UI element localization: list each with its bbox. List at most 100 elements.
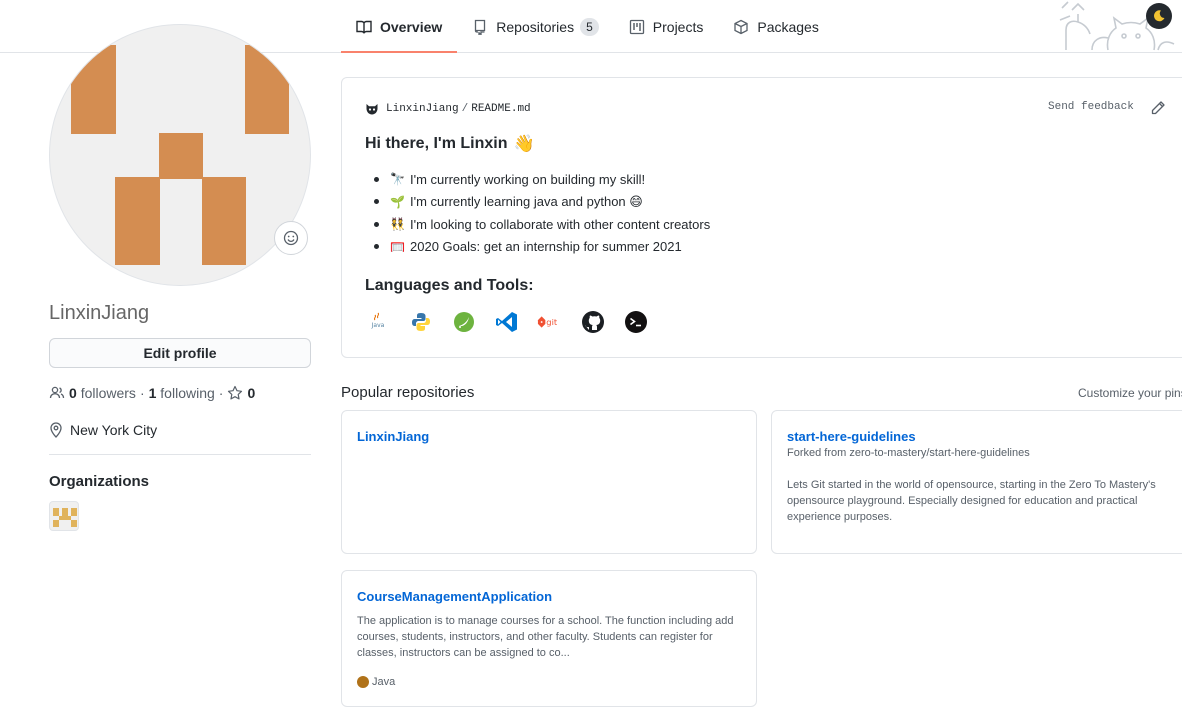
path-separator: / bbox=[461, 103, 469, 115]
tab-repositories[interactable]: Repositories 5 bbox=[457, 0, 614, 53]
identicon-block bbox=[245, 45, 289, 134]
stars-count: 0 bbox=[247, 385, 256, 401]
bullet-text: I'm currently learning java and python 😄 bbox=[410, 193, 643, 209]
organization-avatar[interactable] bbox=[49, 501, 79, 531]
identicon-block bbox=[115, 177, 160, 265]
tab-projects-label: Projects bbox=[652, 18, 704, 35]
spring-icon[interactable] bbox=[451, 309, 477, 335]
telescope-emoji: 🔭 bbox=[390, 172, 405, 187]
languages-heading: Languages and Tools: bbox=[365, 277, 534, 294]
profile-location: New York City bbox=[49, 422, 157, 438]
language-name: Java bbox=[372, 676, 396, 688]
repo-description: Lets Git started in the world of opensou… bbox=[787, 479, 1156, 523]
git-icon[interactable]: git bbox=[537, 309, 563, 335]
repo-language: Java bbox=[357, 676, 395, 688]
git-logo-text: git bbox=[546, 317, 558, 327]
identicon-block bbox=[62, 508, 68, 516]
list-item: 🔭 I'm currently working on building my sk… bbox=[374, 168, 710, 191]
identicon-block bbox=[71, 45, 116, 134]
followers-link[interactable]: 0 followers bbox=[49, 385, 136, 401]
readme-path: LinxinJiang / README.md bbox=[364, 101, 531, 117]
git-icon-image: git bbox=[537, 316, 558, 328]
profile-tabs: Overview Repositories 5 Projects Package… bbox=[341, 0, 834, 53]
readme-owner-link[interactable]: LinxinJiang bbox=[386, 103, 459, 115]
project-icon bbox=[629, 19, 644, 34]
profile-username: LinxinJiang bbox=[49, 302, 150, 324]
terminal-icon[interactable] bbox=[623, 309, 649, 335]
repo-icon bbox=[475, 19, 486, 35]
identicon-block bbox=[202, 177, 246, 265]
tab-projects[interactable]: Projects bbox=[614, 0, 719, 53]
java-icon[interactable]: Java bbox=[365, 309, 391, 335]
repo-name-link[interactable]: CourseManagementApplication bbox=[357, 589, 552, 604]
goal-net-emoji: 🥅 bbox=[390, 239, 405, 254]
identicon-image bbox=[71, 45, 289, 265]
identicon-block bbox=[53, 520, 59, 527]
identicon-block bbox=[159, 133, 203, 179]
bullet-text: 2020 Goals: get an internship for summer… bbox=[410, 239, 682, 255]
set-status-button[interactable] bbox=[274, 221, 308, 255]
identicon-block bbox=[71, 520, 77, 527]
dancers-emoji: 👯 bbox=[390, 217, 405, 232]
tab-overview[interactable]: Overview bbox=[341, 0, 458, 53]
tab-packages-label: Packages bbox=[757, 18, 819, 35]
pencil-icon[interactable] bbox=[1150, 100, 1166, 116]
popular-repositories-heading: Popular repositories bbox=[341, 384, 475, 401]
readme-bullet-list: 🔭 I'm currently working on building my sk… bbox=[374, 168, 710, 258]
readme-file-link[interactable]: README.md bbox=[471, 103, 530, 115]
people-icon bbox=[49, 386, 65, 399]
moon-icon bbox=[1153, 10, 1165, 22]
followers-label: followers bbox=[80, 385, 136, 401]
bullet-text: I'm currently working on building my ski… bbox=[410, 171, 646, 187]
location-pin-icon bbox=[50, 422, 62, 438]
tab-overview-label: Overview bbox=[380, 18, 443, 35]
terminal-icon-image bbox=[625, 311, 647, 333]
identicon-block bbox=[59, 516, 71, 520]
identicon-pattern bbox=[71, 45, 289, 265]
vscode-icon[interactable] bbox=[494, 309, 520, 335]
readme-greeting: Hi there, I'm Linxin 👋 bbox=[365, 134, 535, 154]
organizations-heading: Organizations bbox=[49, 473, 150, 490]
follow-stats: 0 followers · 1 following · 0 bbox=[49, 385, 255, 401]
stars-link[interactable]: 0 bbox=[227, 385, 255, 401]
seedling-emoji: 🌱 bbox=[390, 194, 405, 209]
java-icon-image: Java bbox=[371, 312, 385, 329]
identicon-block bbox=[71, 508, 77, 516]
book-icon bbox=[356, 20, 372, 34]
sidebar-divider bbox=[49, 454, 311, 455]
octocat-icon bbox=[366, 104, 378, 115]
theme-toggle-button[interactable] bbox=[1146, 3, 1172, 29]
python-icon[interactable] bbox=[408, 309, 434, 335]
package-icon bbox=[734, 19, 749, 34]
list-item: 🌱 I'm currently learning java and python … bbox=[374, 191, 710, 214]
vscode-icon-image bbox=[496, 312, 517, 332]
following-link[interactable]: 1 following bbox=[149, 385, 215, 401]
customize-pins-link[interactable]: Customize your pins bbox=[1078, 386, 1182, 400]
edit-profile-button[interactable]: Edit profile bbox=[49, 338, 311, 368]
repo-name-link[interactable]: LinxinJiang bbox=[357, 429, 429, 444]
repo-card: LinxinJiang bbox=[341, 410, 757, 554]
identicon-block bbox=[53, 508, 59, 516]
github-icon[interactable] bbox=[580, 309, 606, 335]
send-feedback-link[interactable]: Send feedback bbox=[1048, 101, 1134, 113]
github-icon-image bbox=[582, 311, 604, 333]
forked-from-text: Forked from zero-to-mastery/start-here-g… bbox=[787, 447, 1030, 459]
repositories-count-badge: 5 bbox=[580, 17, 599, 36]
tab-packages[interactable]: Packages bbox=[718, 0, 833, 53]
greeting-text: Hi there, I'm Linxin bbox=[365, 135, 508, 152]
org-identicon-image bbox=[53, 508, 77, 527]
list-item: 👯 I'm looking to collaborate with other c… bbox=[374, 213, 710, 236]
separator-dot: · bbox=[139, 385, 145, 401]
tab-repositories-label: Repositories bbox=[496, 18, 575, 35]
smiley-icon bbox=[283, 230, 299, 246]
tools-icon-row: Java git bbox=[365, 309, 666, 335]
star-icon bbox=[228, 385, 243, 400]
profile-avatar[interactable] bbox=[49, 24, 311, 286]
repo-card: start-here-guidelines Forked from zero-t… bbox=[771, 410, 1182, 554]
language-color-dot bbox=[357, 676, 369, 688]
repo-name-link[interactable]: start-here-guidelines bbox=[787, 429, 916, 444]
wave-emoji: 👋 bbox=[513, 134, 535, 153]
separator-dot: · bbox=[218, 385, 224, 401]
repo-description: The application is to manage courses for… bbox=[357, 615, 734, 659]
followers-count: 0 bbox=[69, 385, 77, 401]
